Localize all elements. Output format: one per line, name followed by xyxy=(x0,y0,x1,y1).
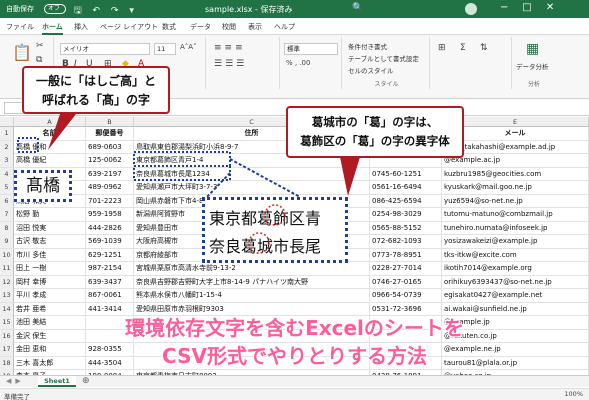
glyph-circles xyxy=(248,204,286,254)
zoomed-addresses: 東京都葛飾区青 奈良葛城市長尾 xyxy=(202,197,348,263)
callout-left-line1: 一般に「はしご高」と xyxy=(35,74,156,88)
callout-right-arrow xyxy=(340,157,360,196)
headline-line1: 環境依存文字を含むExcelのシートを xyxy=(124,315,464,340)
callout-right-line1: 葛城市の「葛」の字は、 xyxy=(311,115,439,129)
callout-left: 一般に「はしご高」と 呼ばれる「髙」の字 xyxy=(22,66,170,114)
address-highlight-2 xyxy=(133,165,231,181)
callout-right-line2: 葛飾区の「葛」の字の異字体 xyxy=(300,134,450,148)
zoomed-name: 髙橋 xyxy=(14,170,72,202)
glyph-circle-2 xyxy=(248,232,270,254)
zoom-connector-1 xyxy=(229,158,301,198)
headline-line2: CSV形式でやりとりする方法 xyxy=(161,343,427,368)
glyph-circle-1 xyxy=(264,204,286,226)
callout-left-arrow xyxy=(48,114,76,150)
source-cell-highlight xyxy=(17,137,39,153)
zoom-connector-2 xyxy=(204,172,231,200)
address-highlight-1 xyxy=(133,151,231,167)
callout-left-line2: 呼ばれる「髙」の字 xyxy=(41,93,150,107)
callout-right: 葛城市の「葛」の字は、 葛飾区の「葛」の字の異字体 xyxy=(286,106,464,158)
